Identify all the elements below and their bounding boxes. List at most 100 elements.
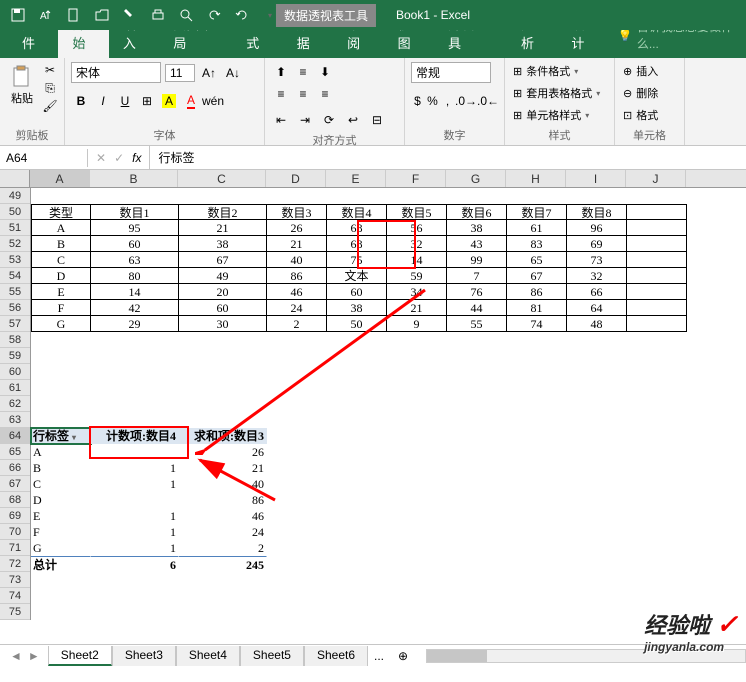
cell-I65[interactable] — [567, 444, 627, 460]
cell-I70[interactable] — [567, 524, 627, 540]
cell-A74[interactable] — [31, 588, 91, 604]
cell-B68[interactable] — [91, 492, 179, 508]
cell-C65[interactable]: 26 — [179, 444, 267, 460]
cell-C63[interactable] — [179, 412, 267, 428]
cell-H74[interactable] — [507, 588, 567, 604]
cell-D64[interactable] — [267, 428, 327, 444]
cell-A73[interactable] — [31, 572, 91, 588]
cell-E70[interactable] — [327, 524, 387, 540]
cell-E60[interactable] — [327, 364, 387, 380]
cells-area[interactable]: 类型数目1数目2数目3数目4数目5数目6数目7数目8A9521266856386… — [31, 188, 687, 620]
cell-I60[interactable] — [567, 364, 627, 380]
cell-G61[interactable] — [447, 380, 507, 396]
cell-B59[interactable] — [91, 348, 179, 364]
cell-A66[interactable]: B — [31, 460, 91, 476]
cell-B55[interactable]: 14 — [91, 284, 179, 300]
cell-D55[interactable]: 46 — [267, 284, 327, 300]
table-format-button[interactable]: ⊞套用表格格式▾ — [511, 84, 608, 102]
cell-J72[interactable] — [627, 556, 687, 572]
cell-H64[interactable] — [507, 428, 567, 444]
currency-icon[interactable]: $ — [411, 91, 424, 111]
cell-H51[interactable]: 61 — [507, 220, 567, 236]
row-header-68[interactable]: 68 — [0, 492, 30, 508]
align-middle-icon[interactable]: ≡ — [293, 62, 313, 82]
cell-A67[interactable]: C — [31, 476, 91, 492]
cell-G58[interactable] — [447, 332, 507, 348]
cell-G71[interactable] — [447, 540, 507, 556]
cell-C68[interactable]: 86 — [179, 492, 267, 508]
sheet-first-icon[interactable]: ◄ — [10, 649, 22, 663]
font-size-select[interactable]: 11 — [165, 64, 195, 82]
cell-I66[interactable] — [567, 460, 627, 476]
col-header-H[interactable]: H — [506, 170, 566, 187]
cell-A54[interactable]: D — [31, 268, 91, 284]
cell-F53[interactable]: 14 — [387, 252, 447, 268]
cell-D60[interactable] — [267, 364, 327, 380]
cut-icon[interactable]: ✂ — [42, 62, 58, 78]
row-header-63[interactable]: 63 — [0, 412, 30, 428]
increase-indent-icon[interactable]: ⇥ — [295, 110, 315, 130]
cell-E75[interactable] — [327, 604, 387, 620]
cell-F69[interactable] — [387, 508, 447, 524]
cancel-icon[interactable]: ✕ — [96, 151, 106, 165]
cell-A57[interactable]: G — [31, 316, 91, 332]
cell-H59[interactable] — [507, 348, 567, 364]
cell-F64[interactable] — [387, 428, 447, 444]
cell-I72[interactable] — [567, 556, 627, 572]
italic-button[interactable]: I — [93, 91, 113, 111]
insert-cells-button[interactable]: ⊕插入 — [621, 62, 678, 80]
cell-I71[interactable] — [567, 540, 627, 556]
row-header-50[interactable]: 50 — [0, 204, 30, 220]
cell-H52[interactable]: 83 — [507, 236, 567, 252]
cell-J67[interactable] — [627, 476, 687, 492]
cell-B62[interactable] — [91, 396, 179, 412]
cell-D50[interactable]: 数目3 — [267, 204, 327, 220]
cell-H66[interactable] — [507, 460, 567, 476]
align-left-icon[interactable]: ≡ — [271, 84, 291, 104]
cell-F73[interactable] — [387, 572, 447, 588]
cell-E61[interactable] — [327, 380, 387, 396]
cell-J50[interactable] — [627, 204, 687, 220]
cell-G72[interactable] — [447, 556, 507, 572]
scrollbar-thumb[interactable] — [427, 650, 487, 662]
align-bottom-icon[interactable]: ⬇ — [315, 62, 335, 82]
cell-G59[interactable] — [447, 348, 507, 364]
cell-B70[interactable]: 1 — [91, 524, 179, 540]
cell-F70[interactable] — [387, 524, 447, 540]
cell-I63[interactable] — [567, 412, 627, 428]
font-color-icon[interactable]: A — [181, 91, 201, 111]
paint-icon[interactable] — [122, 7, 138, 23]
cell-G68[interactable] — [447, 492, 507, 508]
cell-A71[interactable]: G — [31, 540, 91, 556]
row-header-62[interactable]: 62 — [0, 396, 30, 412]
cell-D63[interactable] — [267, 412, 327, 428]
cell-H57[interactable]: 74 — [507, 316, 567, 332]
cell-E49[interactable] — [327, 188, 387, 204]
cell-F75[interactable] — [387, 604, 447, 620]
cell-I68[interactable] — [567, 492, 627, 508]
cell-A61[interactable] — [31, 380, 91, 396]
align-top-icon[interactable]: ⬆ — [271, 62, 291, 82]
cell-E64[interactable] — [327, 428, 387, 444]
cell-B63[interactable] — [91, 412, 179, 428]
cell-C58[interactable] — [179, 332, 267, 348]
cell-D49[interactable] — [267, 188, 327, 204]
cell-B50[interactable]: 数目1 — [91, 204, 179, 220]
cell-H70[interactable] — [507, 524, 567, 540]
cell-D68[interactable] — [267, 492, 327, 508]
cell-G67[interactable] — [447, 476, 507, 492]
cell-B65[interactable] — [91, 444, 179, 460]
copy-icon[interactable]: ⎘ — [42, 80, 58, 96]
cell-B69[interactable]: 1 — [91, 508, 179, 524]
select-all-corner[interactable] — [0, 170, 30, 187]
cell-G75[interactable] — [447, 604, 507, 620]
cell-H73[interactable] — [507, 572, 567, 588]
border-icon[interactable]: ⊞ — [137, 91, 157, 111]
col-header-I[interactable]: I — [566, 170, 626, 187]
cell-H69[interactable] — [507, 508, 567, 524]
phonetic-icon[interactable]: wén — [203, 91, 223, 111]
cell-G52[interactable]: 43 — [447, 236, 507, 252]
cell-D72[interactable] — [267, 556, 327, 572]
cell-E59[interactable] — [327, 348, 387, 364]
col-header-B[interactable]: B — [90, 170, 178, 187]
